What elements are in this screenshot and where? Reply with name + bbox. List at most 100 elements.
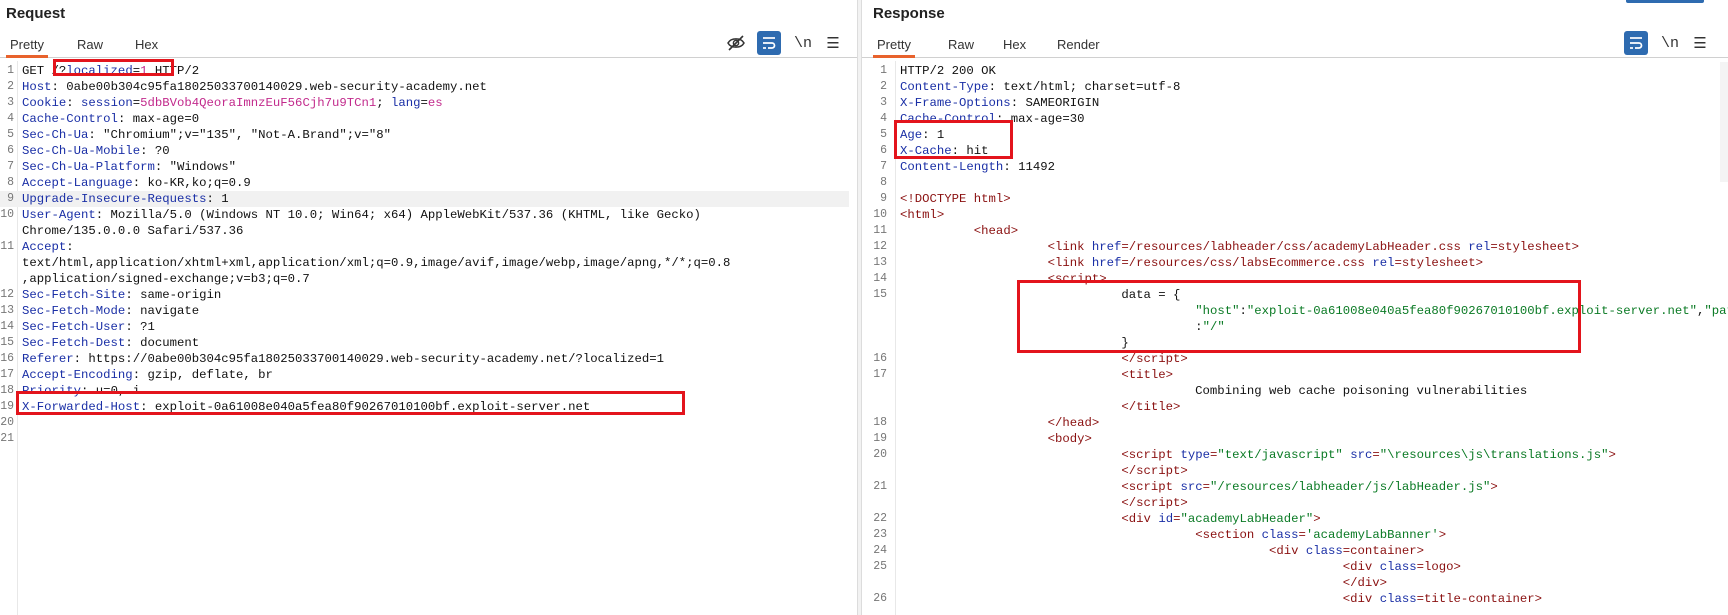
request-line[interactable]: 21 bbox=[0, 431, 849, 447]
request-line[interactable]: 11 Accept: bbox=[0, 239, 849, 255]
response-line-text: HTTP/2 200 OK bbox=[900, 64, 996, 78]
response-tab-hex[interactable]: Hex bbox=[999, 37, 1030, 58]
line-number: 7 bbox=[7, 160, 14, 173]
response-line-text: <script> bbox=[1047, 272, 1107, 286]
response-line-text: X-Cache: hit bbox=[900, 144, 989, 158]
request-line-text: Accept-Language: ko-KR,ko;q=0.9 bbox=[22, 176, 251, 190]
menu-icon[interactable]: ☰ bbox=[821, 31, 845, 55]
request-line[interactable]: 8 Accept-Language: ko-KR,ko;q=0.9 bbox=[0, 175, 849, 191]
line-number: 15 bbox=[0, 336, 14, 349]
response-line-text: "host":"exploit-0a61008e040a5fea80f90267… bbox=[1195, 304, 1728, 318]
response-line[interactable]: 1 HTTP/2 200 OK bbox=[862, 63, 1720, 79]
response-line[interactable]: 16 </script> bbox=[862, 351, 1720, 367]
response-editor[interactable]: 1 HTTP/2 200 OK 2 Content-Type: text/html; … bbox=[862, 61, 1728, 615]
line-number: 11 bbox=[0, 240, 14, 253]
wrap-icon[interactable] bbox=[1624, 31, 1648, 55]
response-line[interactable]: 21 <script src="/resources/labheader/js/… bbox=[862, 479, 1720, 495]
request-line[interactable]: 14 Sec-Fetch-User: ?1 bbox=[0, 319, 849, 335]
line-number: 1 bbox=[7, 64, 14, 77]
response-line[interactable]: 17 <title> bbox=[862, 367, 1720, 383]
request-line-text: Chrome/135.0.0.0 Safari/537.36 bbox=[22, 224, 244, 238]
response-line[interactable]: "host":"exploit-0a61008e040a5fea80f90267… bbox=[862, 303, 1728, 319]
response-line[interactable]: Combining web cache poisoning vulnerabil… bbox=[862, 383, 1720, 399]
response-line[interactable]: 20 <script type="text/javascript" src="\… bbox=[862, 447, 1720, 463]
response-line[interactable]: 13 <link href=/resources/css/labsEcommer… bbox=[862, 255, 1720, 271]
request-line[interactable]: 7 Sec-Ch-Ua-Platform: "Windows" bbox=[0, 159, 849, 175]
response-line-text: <link href=/resources/labheader/css/acad… bbox=[1047, 240, 1579, 254]
request-line[interactable]: 6 Sec-Ch-Ua-Mobile: ?0 bbox=[0, 143, 849, 159]
response-line[interactable]: 18 </head> bbox=[862, 415, 1720, 431]
request-line[interactable]: text/html,application/xhtml+xml,applicat… bbox=[0, 255, 849, 271]
request-line-text: Sec-Ch-Ua-Platform: "Windows" bbox=[22, 160, 237, 174]
request-line[interactable]: 15 Sec-Fetch-Dest: document bbox=[0, 335, 849, 351]
response-line[interactable]: </title> bbox=[862, 399, 1720, 415]
response-line[interactable]: 2 Content-Type: text/html; charset=utf-8 bbox=[862, 79, 1720, 95]
request-tab-hex[interactable]: Hex bbox=[131, 37, 162, 58]
request-line[interactable]: 1 GET /?localized=1 HTTP/2 bbox=[0, 63, 849, 79]
response-line[interactable]: </div> bbox=[862, 575, 1720, 591]
request-line[interactable]: 3 Cookie: session=5dbBVob4QeoraImnzEuF56C… bbox=[0, 95, 849, 111]
request-line[interactable]: 13 Sec-Fetch-Mode: navigate bbox=[0, 303, 849, 319]
request-line[interactable]: 19 X-Forwarded-Host: exploit-0a61008e040a… bbox=[0, 399, 849, 415]
response-line[interactable]: 9 <!DOCTYPE html> bbox=[862, 191, 1720, 207]
newline-icon[interactable]: \n bbox=[791, 31, 815, 55]
response-line[interactable]: 14 <script> bbox=[862, 271, 1720, 287]
response-line[interactable]: 3 X-Frame-Options: SAMEORIGIN bbox=[862, 95, 1720, 111]
response-line-text: <!DOCTYPE html> bbox=[900, 192, 1011, 206]
line-number: 20 bbox=[873, 448, 887, 461]
request-line-text: GET /?localized=1 HTTP/2 bbox=[22, 64, 200, 78]
line-number: 18 bbox=[0, 384, 14, 397]
request-line[interactable]: 5 Sec-Ch-Ua: "Chromium";v="135", "Not-A.B… bbox=[0, 127, 849, 143]
response-line[interactable]: 22 <div id="academyLabHeader"> bbox=[862, 511, 1720, 527]
response-tab-render[interactable]: Render bbox=[1053, 37, 1104, 58]
request-line[interactable]: 16 Referer: https://0abe00b304c95fa180250… bbox=[0, 351, 849, 367]
response-line[interactable]: 4 Cache-Control: max-age=30 bbox=[862, 111, 1720, 127]
request-line[interactable]: 17 Accept-Encoding: gzip, deflate, br bbox=[0, 367, 849, 383]
response-line[interactable]: 19 <body> bbox=[862, 431, 1720, 447]
request-line[interactable]: 10 User-Agent: Mozilla/5.0 (Windows NT 10… bbox=[0, 207, 849, 223]
response-line-text: </div> bbox=[1342, 576, 1388, 590]
response-line[interactable]: 5 Age: 1 bbox=[862, 127, 1720, 143]
request-line[interactable]: 18 Priority: u=0, i bbox=[0, 383, 849, 399]
response-line[interactable]: 15 data = { bbox=[862, 287, 1720, 303]
response-tab-pretty[interactable]: Pretty bbox=[873, 37, 915, 58]
response-line-text: </title> bbox=[1121, 400, 1181, 414]
response-line[interactable]: 7 Content-Length: 11492 bbox=[862, 159, 1720, 175]
request-line[interactable]: 4 Cache-Control: max-age=0 bbox=[0, 111, 849, 127]
request-tab-pretty[interactable]: Pretty bbox=[6, 37, 48, 58]
response-line[interactable]: </script> bbox=[862, 495, 1720, 511]
response-line[interactable]: 6 X-Cache: hit bbox=[862, 143, 1720, 159]
request-line[interactable]: 9 Upgrade-Insecure-Requests: 1 bbox=[0, 191, 849, 207]
response-line[interactable]: } bbox=[862, 335, 1720, 351]
response-tab-raw[interactable]: Raw bbox=[944, 37, 978, 58]
request-line[interactable]: 12 Sec-Fetch-Site: same-origin bbox=[0, 287, 849, 303]
request-tab-raw[interactable]: Raw bbox=[73, 37, 107, 58]
response-line[interactable]: 8 bbox=[862, 175, 1720, 191]
line-number: 12 bbox=[873, 240, 887, 253]
request-line[interactable]: 2 Host: 0abe00b304c95fa18025033700140029.… bbox=[0, 79, 849, 95]
newline-icon[interactable]: \n bbox=[1658, 31, 1682, 55]
request-line-text: ,application/signed-exchange;v=b3;q=0.7 bbox=[22, 272, 310, 286]
response-line[interactable]: 26 <div class=title-container> bbox=[862, 591, 1720, 607]
request-line[interactable]: 20 bbox=[0, 415, 849, 431]
response-line[interactable]: 24 <div class=container> bbox=[862, 543, 1720, 559]
request-editor[interactable]: 1 GET /?localized=1 HTTP/2 2 Host: 0abe00b3… bbox=[0, 61, 857, 615]
response-line[interactable]: 11 <head> bbox=[862, 223, 1720, 239]
wrap-icon[interactable] bbox=[757, 31, 781, 55]
response-line[interactable]: 12 <link href=/resources/labheader/css/a… bbox=[862, 239, 1720, 255]
response-line-text: Cache-Control: max-age=30 bbox=[900, 112, 1085, 126]
response-line[interactable]: 25 <div class=logo> bbox=[862, 559, 1720, 575]
eye-off-icon[interactable] bbox=[724, 31, 748, 55]
response-line[interactable]: 10 <html> bbox=[862, 207, 1720, 223]
menu-icon[interactable]: ☰ bbox=[1688, 31, 1712, 55]
request-line-text: X-Forwarded-Host: exploit-0a61008e040a5f… bbox=[22, 400, 591, 414]
request-line-text: Sec-Fetch-Mode: navigate bbox=[22, 304, 200, 318]
response-line[interactable]: :"/" bbox=[862, 319, 1720, 335]
line-number: 23 bbox=[873, 528, 887, 541]
response-line[interactable]: </script> bbox=[862, 463, 1720, 479]
request-line[interactable]: Chrome/135.0.0.0 Safari/537.36 bbox=[0, 223, 849, 239]
response-line[interactable]: 23 <section class='academyLabBanner'> bbox=[862, 527, 1720, 543]
request-line[interactable]: ,application/signed-exchange;v=b3;q=0.7 bbox=[0, 271, 849, 287]
response-title: Response bbox=[873, 5, 945, 22]
response-scrollbar[interactable] bbox=[1720, 62, 1728, 182]
